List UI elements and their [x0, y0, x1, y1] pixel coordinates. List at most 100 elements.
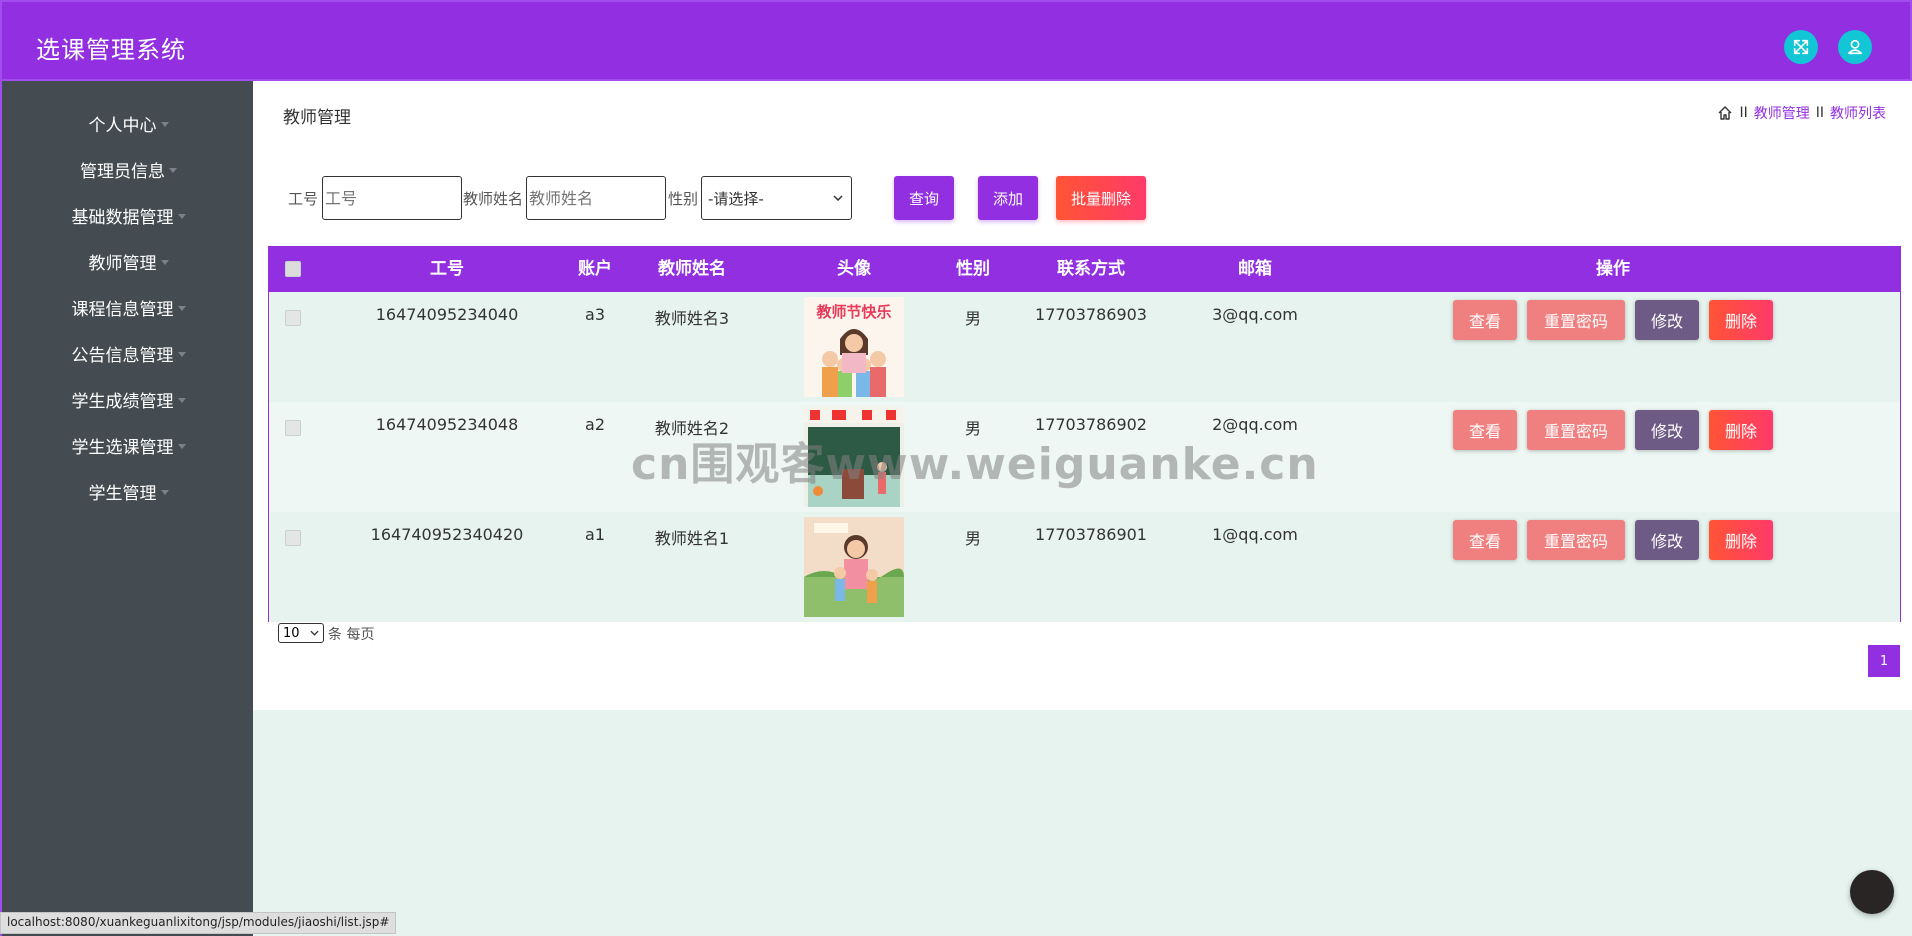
cell-phone: 17703786901: [1035, 525, 1147, 544]
select-all-checkbox[interactable]: [285, 261, 301, 277]
sidebar-item-label: 管理员信息: [80, 161, 165, 182]
header-avatar: 头像: [837, 259, 871, 279]
page-button-current[interactable]: 1: [1868, 645, 1900, 677]
cell-account: a3: [585, 305, 605, 324]
header-gender: 性别: [956, 259, 990, 279]
cell-name: 教师姓名1: [654, 529, 730, 548]
user-icon: [1847, 39, 1863, 55]
breadcrumb: II 教师管理 II 教师列表: [1717, 103, 1886, 123]
delete-button[interactable]: 删除: [1709, 410, 1773, 450]
floating-chat-button[interactable]: [1850, 870, 1894, 914]
page-size-suffix: 条 每页: [328, 627, 375, 643]
caret-down-icon: [160, 260, 169, 265]
edit-button[interactable]: 修改: [1635, 520, 1699, 560]
user-button[interactable]: [1838, 30, 1872, 64]
reset-password-button[interactable]: 重置密码: [1527, 410, 1625, 450]
cell-account: a1: [585, 525, 605, 544]
cell-name: 教师姓名3: [654, 309, 730, 328]
sidebar-item-label: 学生选课管理: [71, 437, 174, 458]
caret-down-icon: [177, 444, 186, 449]
sidebar-item-course-selection[interactable]: 学生选课管理: [2, 425, 255, 465]
sidebar-item-label: 个人中心: [88, 115, 157, 136]
name-search-input[interactable]: [526, 176, 666, 220]
cell-phone: 17703786903: [1035, 305, 1147, 324]
edit-button[interactable]: 修改: [1635, 300, 1699, 340]
sidebar-item-label: 教师管理: [88, 253, 157, 274]
cell-id: 16474095234040: [375, 305, 519, 324]
chevron-down-icon: [833, 195, 843, 201]
sidebar-item-admin-info[interactable]: 管理员信息: [2, 149, 255, 189]
sidebar-item-label: 课程信息管理: [71, 299, 174, 320]
sidebar-item-student-management[interactable]: 学生管理: [2, 471, 255, 511]
sidebar-item-basic-data[interactable]: 基础数据管理: [2, 195, 255, 235]
sidebar-item-announcement[interactable]: 公告信息管理: [2, 333, 255, 373]
reset-password-button[interactable]: 重置密码: [1527, 300, 1625, 340]
caret-down-icon: [177, 352, 186, 357]
page-size-value: 10: [283, 625, 300, 641]
cell-email: 3@qq.com: [1212, 305, 1298, 324]
header-phone: 联系方式: [1057, 259, 1125, 279]
caret-down-icon: [177, 306, 186, 311]
sidebar-item-student-grades[interactable]: 学生成绩管理: [2, 379, 255, 419]
view-button[interactable]: 查看: [1453, 520, 1517, 560]
gender-filter-label: 性别: [668, 190, 699, 208]
caret-down-icon: [160, 122, 169, 127]
id-filter-label: 工号: [288, 190, 319, 208]
sidebar-item-personal-center[interactable]: 个人中心: [2, 103, 255, 143]
edit-button[interactable]: 修改: [1635, 410, 1699, 450]
caret-down-icon: [169, 168, 177, 173]
batch-delete-button[interactable]: 批量删除: [1056, 176, 1146, 220]
avatar-teachers-day: 教师节快乐: [804, 297, 904, 397]
caret-down-icon: [177, 214, 186, 219]
cell-gender: 男: [964, 309, 982, 328]
row-checkbox[interactable]: [285, 530, 301, 546]
sidebar-item-teacher-management[interactable]: 教师管理: [2, 241, 255, 281]
gender-select[interactable]: -请选择-: [701, 176, 852, 220]
id-search-input[interactable]: [322, 176, 462, 220]
cell-id: 164740952340420: [370, 525, 524, 544]
breadcrumb-teacher-list[interactable]: 教师列表: [1830, 103, 1886, 123]
watermark: cn围观客www.weiguanke.cn: [631, 439, 1319, 490]
page-title: 教师管理: [283, 108, 351, 128]
sidebar-item-label: 基础数据管理: [71, 207, 174, 228]
sidebar-item-label: 学生管理: [88, 483, 157, 504]
page-background: [253, 710, 1912, 936]
sidebar-item-label: 公告信息管理: [71, 345, 174, 366]
caret-down-icon: [160, 490, 169, 495]
caret-down-icon: [177, 398, 186, 403]
fullscreen-button[interactable]: [1784, 30, 1818, 64]
breadcrumb-teacher-management[interactable]: 教师管理: [1754, 103, 1810, 123]
sidebar-item-course-info[interactable]: 课程信息管理: [2, 287, 255, 327]
table-row: 164740952340420 a1 教师姓名1 男 17703786901 1…: [269, 512, 1900, 622]
home-icon[interactable]: [1717, 105, 1733, 121]
view-button[interactable]: 查看: [1453, 300, 1517, 340]
expand-arrows-icon: [1793, 39, 1809, 55]
browser-status-bar: localhost:8080/xuankeguanlixitong/jsp/mo…: [0, 912, 397, 934]
cell-account: a2: [585, 415, 605, 434]
svg-text:教师节快乐: 教师节快乐: [815, 303, 891, 321]
breadcrumb-separator: II: [1739, 105, 1748, 121]
sidebar-item-label: 学生成绩管理: [71, 391, 174, 412]
avatar-teacher-kids: [804, 517, 904, 617]
chevron-down-icon: [310, 630, 319, 636]
app-title: 选课管理系统: [36, 36, 186, 64]
delete-button[interactable]: 删除: [1709, 300, 1773, 340]
header-actions: 操作: [1596, 259, 1630, 279]
table-header: 工号 账户 教师姓名 头像 性别 联系方式 邮箱 操作: [269, 247, 1900, 292]
table-row: 16474095234040 a3 教师姓名3 教师节快乐 男 17703786…: [269, 292, 1900, 402]
name-filter-label: 教师姓名: [463, 190, 524, 208]
delete-button[interactable]: 删除: [1709, 520, 1773, 560]
header-id: 工号: [430, 259, 464, 279]
add-button[interactable]: 添加: [978, 176, 1038, 220]
view-button[interactable]: 查看: [1453, 410, 1517, 450]
row-checkbox[interactable]: [285, 420, 301, 436]
breadcrumb-separator: II: [1815, 105, 1824, 121]
reset-password-button[interactable]: 重置密码: [1527, 520, 1625, 560]
row-checkbox[interactable]: [285, 310, 301, 326]
header-email: 邮箱: [1238, 259, 1272, 279]
cell-gender: 男: [964, 529, 982, 548]
query-button[interactable]: 查询: [894, 176, 954, 220]
page-size-select[interactable]: 10: [278, 623, 324, 643]
header-account: 账户: [578, 259, 612, 279]
cell-id: 16474095234048: [375, 415, 519, 434]
